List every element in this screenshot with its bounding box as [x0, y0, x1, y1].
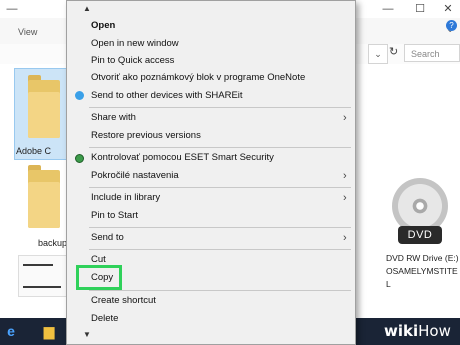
- chevron-right-icon: ›: [343, 232, 347, 244]
- folder-icon: [28, 75, 60, 138]
- menu-separator: [89, 227, 351, 228]
- menu-item-delete[interactable]: Delete: [91, 312, 118, 326]
- edge-browser-icon[interactable]: e: [0, 318, 22, 345]
- refresh-icon[interactable]: ↻: [389, 45, 398, 58]
- menu-item-advanced-settings[interactable]: Pokročilé nastavenia: [91, 169, 179, 183]
- menu-item-pin-quick-access[interactable]: Pin to Quick access: [91, 54, 174, 68]
- file-thumbnail[interactable]: [18, 255, 68, 297]
- chevron-right-icon: ›: [343, 170, 347, 182]
- scroll-down-arrow-icon[interactable]: ▼: [83, 330, 91, 339]
- context-menu: ▲ Open Open in new window Pin to Quick a…: [66, 0, 356, 345]
- file-label: backup: [38, 238, 68, 248]
- menu-item-onenote[interactable]: Otvoriť ako poznámkový blok v programe O…: [91, 71, 305, 85]
- menu-separator: [89, 147, 351, 148]
- menu-item-shareit[interactable]: Send to other devices with SHAREit: [91, 89, 243, 103]
- menu-item-include-library[interactable]: Include in library: [91, 191, 160, 205]
- shareit-icon: [75, 91, 84, 100]
- menu-item-restore-versions[interactable]: Restore previous versions: [91, 129, 201, 143]
- dvd-drive-label[interactable]: DVD RW Drive (E:) OSAMELYMSTITE L: [386, 252, 460, 291]
- dvd-drive-icon[interactable]: DVD: [388, 178, 452, 248]
- menu-item-pin-start[interactable]: Pin to Start: [91, 209, 138, 223]
- menu-separator: [89, 290, 351, 291]
- menu-item-share-with[interactable]: Share with: [91, 111, 136, 125]
- maximize-icon[interactable]: ☐: [408, 0, 432, 18]
- file-explorer-icon[interactable]: ▆: [36, 318, 62, 345]
- search-input[interactable]: Search This...: [404, 44, 460, 77]
- menu-item-eset-scan[interactable]: Kontrolovať pomocou ESET Smart Security: [91, 151, 274, 165]
- minimize-window-icon[interactable]: —: [376, 0, 400, 18]
- menu-item-send-to[interactable]: Send to: [91, 231, 124, 245]
- folder-icon: [28, 165, 60, 228]
- copy-highlight-box: [76, 265, 122, 290]
- help-icon[interactable]: ?: [446, 20, 457, 31]
- menu-item-create-shortcut[interactable]: Create shortcut: [91, 294, 156, 308]
- eset-icon: [75, 154, 84, 163]
- tab-view[interactable]: View: [18, 27, 37, 37]
- menu-item-open[interactable]: Open: [91, 19, 115, 33]
- chevron-right-icon: ›: [343, 192, 347, 204]
- menu-separator: [89, 249, 351, 250]
- close-icon[interactable]: ✕: [436, 0, 460, 18]
- chevron-right-icon: ›: [343, 112, 347, 124]
- menu-item-open-new-window[interactable]: Open in new window: [91, 37, 179, 51]
- menu-separator: [89, 107, 351, 108]
- wikihow-watermark: wikiHow: [384, 322, 451, 340]
- file-label: Adobe C: [16, 146, 52, 156]
- minimize-icon[interactable]: —: [0, 0, 24, 18]
- dvd-badge: DVD: [398, 226, 442, 244]
- address-dropdown-icon[interactable]: ⌄: [368, 44, 388, 64]
- menu-separator: [89, 187, 351, 188]
- scroll-up-arrow-icon[interactable]: ▲: [83, 4, 91, 13]
